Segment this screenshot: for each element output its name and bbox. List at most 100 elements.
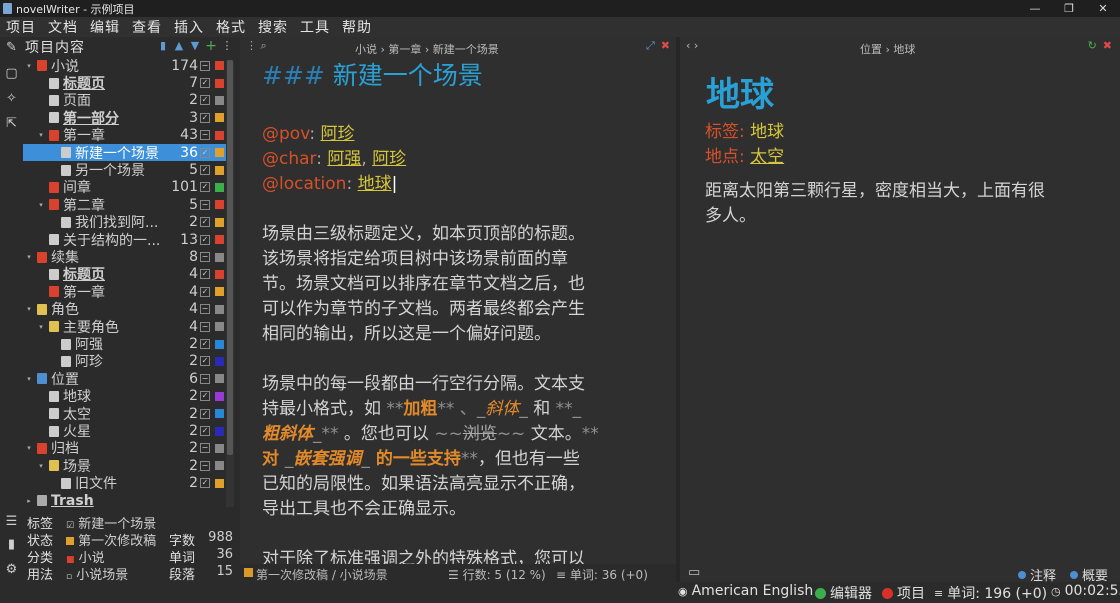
minimize-button[interactable]: —	[1018, 0, 1052, 17]
pov-value[interactable]: 阿珍	[320, 124, 354, 144]
active-checkbox[interactable]: ✓	[200, 478, 210, 489]
active-checkbox[interactable]: ✓	[200, 408, 210, 419]
tree-item[interactable]: 另一个场景 5 ✓	[23, 161, 226, 179]
close-viewer-icon[interactable]: ✖	[1103, 39, 1112, 52]
expand-arrow-icon[interactable]: ▾	[37, 131, 45, 139]
expand-arrow-icon[interactable]: ▾	[37, 201, 45, 209]
novel-view-icon[interactable]: ▢	[4, 66, 19, 81]
expand-arrow-icon[interactable]: ▾	[25, 62, 33, 70]
active-checkbox[interactable]: ✓	[200, 147, 210, 158]
menu-search[interactable]: 搜索	[252, 17, 294, 37]
refresh-icon[interactable]: ↻	[1088, 39, 1097, 52]
nav-arrows-icon[interactable]: ‹ ›	[686, 39, 698, 52]
active-checkbox[interactable]: −	[200, 460, 210, 471]
active-checkbox[interactable]: ✓	[200, 339, 210, 350]
editor-menu-icon[interactable]: ⋮ ⌕	[246, 39, 267, 53]
expand-arrow-icon[interactable]: ▾	[25, 375, 33, 383]
tree-scrollbar[interactable]	[226, 60, 234, 507]
char-value-2[interactable]: 阿珍	[372, 149, 406, 169]
maximize-button[interactable]: ❐	[1052, 0, 1086, 17]
viewer-panel-icon[interactable]: ▭	[688, 565, 700, 580]
active-checkbox[interactable]: ✓	[200, 234, 210, 245]
expand-arrow-icon[interactable]: ▾	[37, 323, 45, 331]
active-checkbox[interactable]: ✓	[200, 356, 210, 367]
tree-item[interactable]: 间章 101 ✓	[23, 179, 226, 196]
active-checkbox[interactable]: ✓	[200, 95, 210, 106]
tree-item[interactable]: 页面 2 ✓	[23, 92, 226, 109]
expand-arrow-icon[interactable]: ▾	[37, 462, 45, 470]
tree-item-count: 4	[189, 283, 198, 300]
close-editor-icon[interactable]: ✖	[661, 39, 670, 53]
active-checkbox[interactable]: ✓	[200, 182, 210, 193]
active-checkbox[interactable]: −	[200, 373, 210, 384]
tree-item[interactable]: ▾ 主要角色 4−	[23, 318, 226, 336]
menu-help[interactable]: 帮助	[336, 17, 378, 37]
tree-item[interactable]: 我们找到阿... 2 ✓	[23, 214, 226, 231]
expand-arrow-icon[interactable]: ▾	[25, 444, 33, 452]
char-value-1[interactable]: 阿强	[327, 149, 361, 169]
viewer-loc-link[interactable]: 太空	[750, 147, 784, 167]
fullscreen-icon[interactable]: ⤢	[646, 39, 655, 53]
tree-item[interactable]: ▾ 第二章 5−	[23, 196, 226, 214]
tree-item[interactable]: ▾ 续集 8−	[23, 248, 226, 266]
active-checkbox[interactable]: ✓	[200, 286, 210, 297]
active-checkbox[interactable]: −	[200, 321, 210, 332]
move-down-icon[interactable]: ▼	[188, 39, 202, 53]
tree-item[interactable]: ▾ 归档 2−	[23, 440, 226, 457]
tree-item[interactable]: 新建一个场景 36 ✓	[23, 144, 226, 162]
move-up-icon[interactable]: ▲	[172, 39, 186, 53]
document-editor[interactable]: ⋮ ⌕ 小说 › 第一章 › 新建一个场景 ⤢ ✖ ### 新建一个场景 @po…	[240, 37, 676, 582]
active-checkbox[interactable]: ✓	[200, 426, 210, 437]
menu-format[interactable]: 格式	[210, 17, 252, 37]
active-checkbox[interactable]: ✓	[200, 269, 210, 280]
expand-arrow-icon[interactable]: ▾	[25, 305, 33, 313]
tree-item[interactable]: 地球 2 ✓	[23, 388, 226, 405]
expand-arrow-icon[interactable]: ▸	[25, 497, 33, 505]
tree-item[interactable]: 标题页 4 ✓	[23, 266, 226, 283]
active-checkbox[interactable]: ✓	[200, 78, 210, 89]
tree-item[interactable]: ▾ 角色 4−	[23, 301, 226, 318]
tree-item[interactable]: ▸ Trash	[23, 492, 226, 509]
active-checkbox[interactable]: −	[200, 130, 210, 141]
more-options-icon[interactable]: ⋮	[220, 39, 234, 53]
tree-item[interactable]: 火星 2 ✓	[23, 422, 226, 440]
outline-icon[interactable]: ✧	[4, 91, 19, 106]
tree-item[interactable]: ▾ 小说 174−	[23, 57, 226, 75]
tree-item[interactable]: ▾ 位置 6−	[23, 370, 226, 388]
add-item-icon[interactable]: +	[204, 39, 218, 53]
tree-item[interactable]: 标题页 7 ✓	[23, 74, 226, 92]
expand-arrow-icon[interactable]: ▾	[25, 253, 33, 261]
menu-insert[interactable]: 插入	[168, 17, 210, 37]
menu-view[interactable]: 查看	[126, 17, 168, 37]
active-checkbox[interactable]: −	[200, 60, 210, 71]
document-icon	[49, 129, 59, 141]
tree-item[interactable]: ▾ 场景 2−	[23, 457, 226, 475]
active-checkbox[interactable]: −	[200, 252, 210, 263]
active-checkbox[interactable]: ✓	[200, 165, 210, 176]
location-value[interactable]: 地球	[358, 174, 392, 194]
active-checkbox[interactable]: ✓	[200, 391, 210, 402]
tree-item[interactable]: 阿珍 2 ✓	[23, 353, 226, 370]
document-icon	[37, 251, 47, 263]
tree-item[interactable]: 太空 2 ✓	[23, 405, 226, 423]
build-icon[interactable]: ⇱	[4, 116, 19, 131]
active-checkbox[interactable]: −	[200, 443, 210, 454]
tree-item[interactable]: 阿强 2 ✓	[23, 335, 226, 353]
active-checkbox[interactable]: ✓	[200, 112, 210, 123]
menu-project[interactable]: 项目	[0, 17, 42, 37]
active-checkbox[interactable]: −	[200, 199, 210, 210]
menu-tools[interactable]: 工具	[294, 17, 336, 37]
bookmark-icon[interactable]: ▮	[156, 39, 170, 53]
edit-project-icon[interactable]: ✎	[4, 40, 19, 55]
active-checkbox[interactable]: −	[200, 304, 210, 315]
menu-document[interactable]: 文档	[42, 17, 84, 37]
active-checkbox[interactable]: ✓	[200, 217, 210, 228]
close-window-button[interactable]: ✕	[1086, 0, 1120, 17]
text-span: 文本。	[525, 424, 582, 444]
tree-item[interactable]: 关于结构的一... 13 ✓	[23, 231, 226, 249]
tree-item[interactable]: 旧文件 2 ✓	[23, 475, 226, 492]
tree-item[interactable]: ▾ 第一章 43−	[23, 127, 226, 144]
menu-edit[interactable]: 编辑	[84, 17, 126, 37]
tree-item[interactable]: 第一章 4 ✓	[23, 283, 226, 301]
tree-item[interactable]: 第一部分 3 ✓	[23, 109, 226, 127]
